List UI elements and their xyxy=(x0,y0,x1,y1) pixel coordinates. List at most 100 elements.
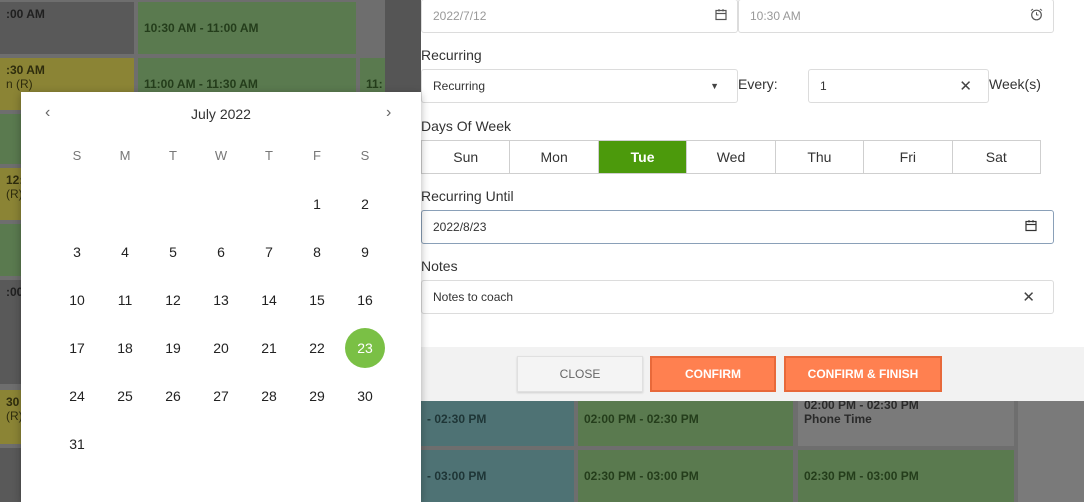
calendar-day[interactable]: 31 xyxy=(57,424,97,464)
calendar-day[interactable]: 29 xyxy=(297,376,337,416)
schedule-cell: - 03:00 PM xyxy=(421,450,574,502)
weekday-header: W xyxy=(214,148,228,163)
cell-time: 02:00 PM - 02:30 PM xyxy=(584,412,699,426)
schedule-cell: 02:30 PM - 03:00 PM xyxy=(578,450,793,502)
calendar-month-title: July 2022 xyxy=(191,106,251,122)
every-value: 1 xyxy=(820,79,827,93)
every-label: Every: xyxy=(738,76,778,92)
schedule-cell: 02:00 PM - 02:30 PM xyxy=(578,401,793,446)
calendar-day[interactable]: 17 xyxy=(57,328,97,368)
calendar-day[interactable]: 9 xyxy=(345,232,385,272)
notes-value: Notes to coach xyxy=(433,290,514,304)
weekday-header: F xyxy=(313,148,321,163)
calendar-day[interactable]: 8 xyxy=(297,232,337,272)
recurring-form-panel xyxy=(421,0,1084,401)
calendar-day[interactable]: 19 xyxy=(153,328,193,368)
start-time-field[interactable]: 10:30 AM xyxy=(738,0,1054,33)
calendar-icon[interactable] xyxy=(715,9,727,24)
weekday-header: M xyxy=(119,148,131,163)
cell-time: :00 xyxy=(6,285,22,299)
calendar-day[interactable]: 18 xyxy=(105,328,145,368)
cell-sub: n (R) xyxy=(6,77,33,91)
calendar-day[interactable]: 6 xyxy=(201,232,241,272)
calendar-day[interactable]: 12 xyxy=(153,280,193,320)
confirm-finish-button[interactable]: CONFIRM & FINISH xyxy=(784,356,942,392)
schedule-cell xyxy=(0,114,22,164)
recurring-until-field[interactable]: 2022/8/23 xyxy=(421,210,1054,244)
calendar-day[interactable]: 7 xyxy=(249,232,289,272)
calendar-day-selected[interactable]: 23 xyxy=(345,328,385,368)
cell-sub: (R) xyxy=(6,409,22,423)
chevron-right-icon[interactable]: › xyxy=(386,104,391,122)
calendar-day[interactable]: 26 xyxy=(153,376,193,416)
schedule-cell xyxy=(0,224,22,276)
clear-icon[interactable]: ✕ xyxy=(959,77,972,95)
day-toggle-wed[interactable]: Wed xyxy=(687,141,776,173)
calendar-day[interactable]: 28 xyxy=(249,376,289,416)
calendar-day[interactable]: 5 xyxy=(153,232,193,272)
cell-sub: (R) xyxy=(6,187,22,201)
cell-time: 12:3 xyxy=(6,173,22,187)
cell-time: 02:30 PM - 03:00 PM xyxy=(804,469,919,483)
cell-sub: Phone Time xyxy=(804,412,872,426)
schedule-cell: - 02:30 PM xyxy=(421,401,574,446)
weekday-header: S xyxy=(72,148,82,163)
calendar-day[interactable]: 22 xyxy=(297,328,337,368)
cell-time: 30 xyxy=(6,395,20,409)
schedule-cell: 12:3(R) xyxy=(0,168,22,220)
confirm-button[interactable]: CONFIRM xyxy=(650,356,776,392)
cell-time: - 02:30 PM xyxy=(427,412,487,426)
day-toggle-fri[interactable]: Fri xyxy=(864,141,953,173)
clock-icon[interactable] xyxy=(1030,8,1043,24)
days-of-week-selector: Sun Mon Tue Wed Thu Fri Sat xyxy=(421,140,1041,174)
day-toggle-sun[interactable]: Sun xyxy=(422,141,511,173)
day-toggle-sat[interactable]: Sat xyxy=(953,141,1040,173)
clear-icon[interactable]: ✕ xyxy=(1022,288,1035,306)
weekday-header: T xyxy=(169,148,177,163)
recurring-value: Recurring xyxy=(433,79,486,93)
calendar-day[interactable]: 24 xyxy=(57,376,97,416)
notes-label: Notes xyxy=(421,258,458,274)
recurring-select[interactable]: Recurring ▼ xyxy=(421,69,738,103)
cell-time: :00 AM xyxy=(6,7,45,21)
cell-time: 02:30 PM - 03:00 PM xyxy=(584,469,699,483)
schedule-cell: 10:30 AM - 11:00 AM xyxy=(138,2,356,54)
date-picker-popup: ‹ July 2022 › S M T W T F S 1 2 3 4 5 6 7 8 9 10 11 12 13 14… xyxy=(21,92,421,502)
cell-time: :30 AM xyxy=(6,63,45,77)
calendar-day[interactable]: 3 xyxy=(57,232,97,272)
every-unit: Week(s) xyxy=(989,76,1041,92)
calendar-icon[interactable] xyxy=(1025,220,1037,235)
start-date-field[interactable]: 2022/7/12 xyxy=(421,0,738,33)
calendar-day[interactable]: 21 xyxy=(249,328,289,368)
day-toggle-tue[interactable]: Tue xyxy=(598,141,688,173)
weekday-header: S xyxy=(360,148,370,163)
calendar-day[interactable]: 25 xyxy=(105,376,145,416)
calendar-day[interactable]: 11 xyxy=(105,280,145,320)
recurring-label: Recurring xyxy=(421,47,482,63)
calendar-day[interactable]: 15 xyxy=(297,280,337,320)
day-toggle-mon[interactable]: Mon xyxy=(510,141,599,173)
day-toggle-thu[interactable]: Thu xyxy=(776,141,865,173)
schedule-cell: 30 (R) xyxy=(0,390,22,444)
schedule-cell: 02:30 PM - 03:00 PM xyxy=(798,450,1014,502)
calendar-day[interactable]: 30 xyxy=(345,376,385,416)
start-date-value: 2022/7/12 xyxy=(433,9,487,23)
calendar-day[interactable]: 10 xyxy=(57,280,97,320)
calendar-day[interactable]: 14 xyxy=(249,280,289,320)
notes-input[interactable]: Notes to coach ✕ xyxy=(421,280,1054,314)
every-input[interactable]: 1 ✕ xyxy=(808,69,989,103)
calendar-day[interactable]: 27 xyxy=(201,376,241,416)
start-time-value: 10:30 AM xyxy=(750,9,801,23)
calendar-day[interactable]: 20 xyxy=(201,328,241,368)
calendar-day[interactable]: 13 xyxy=(201,280,241,320)
calendar-day[interactable]: 16 xyxy=(345,280,385,320)
calendar-day[interactable]: 1 xyxy=(297,184,337,224)
recurring-until-label: Recurring Until xyxy=(421,188,514,204)
schedule-cell: :00 AM xyxy=(0,2,134,54)
recurring-until-value: 2022/8/23 xyxy=(433,220,487,234)
days-of-week-label: Days Of Week xyxy=(421,118,511,134)
close-button[interactable]: CLOSE xyxy=(517,356,643,392)
calendar-day[interactable]: 4 xyxy=(105,232,145,272)
calendar-day[interactable]: 2 xyxy=(345,184,385,224)
weekday-header: T xyxy=(265,148,273,163)
